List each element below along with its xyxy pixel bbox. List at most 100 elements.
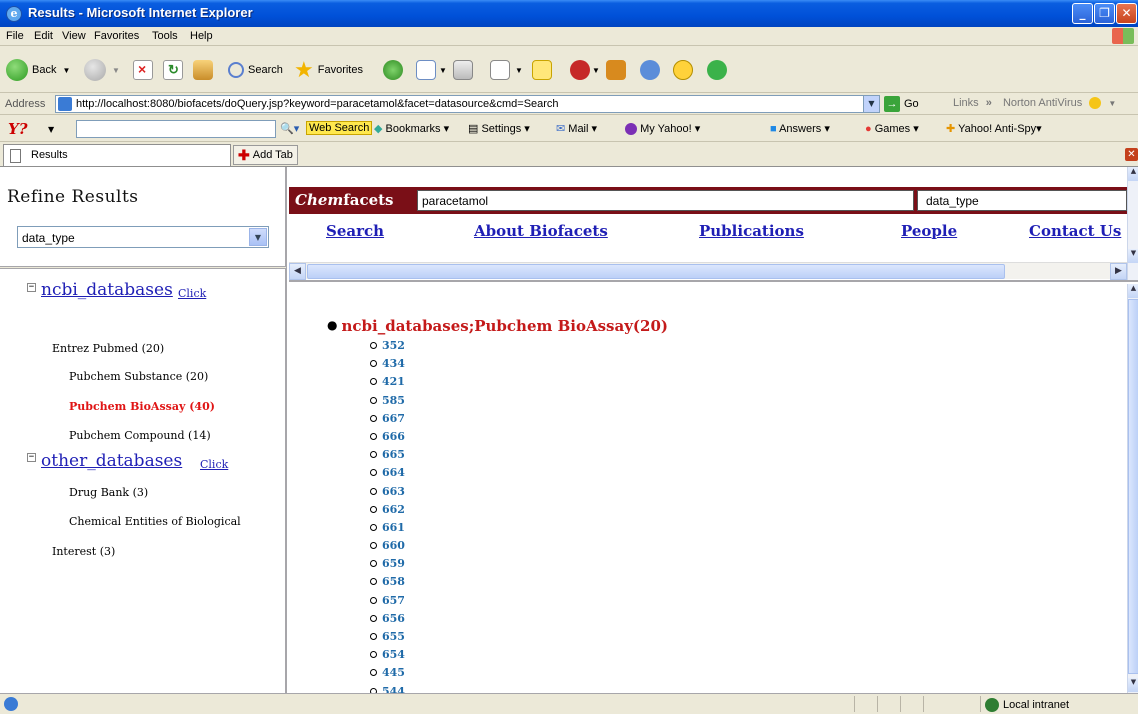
result-id-link[interactable]: 544 [382,685,405,693]
favorites-button[interactable]: ★ Favorites [294,58,363,82]
result-id-link[interactable]: 663 [382,485,405,498]
stop-button[interactable]: × [133,58,153,82]
result-id-link[interactable]: 665 [382,448,405,461]
maximize-button[interactable]: ❐ [1094,3,1115,24]
group-click-link[interactable]: Click [178,287,206,300]
chevron-down-icon[interactable]: ▼ [249,228,267,246]
address-input[interactable]: http://localhost:8080/biofacets/doQuery.… [55,95,880,113]
result-id-link[interactable]: 352 [382,339,405,352]
menu-view[interactable]: View [62,30,86,42]
result-item[interactable]: 662 [370,503,405,521]
horizontal-scrollbar[interactable]: ◀ ▶ [289,262,1127,280]
result-item[interactable]: 352 [370,339,405,357]
yahoo-logo[interactable]: Y? [8,120,28,138]
research-button[interactable] [606,58,626,82]
facet-item-entrez-pubmed[interactable]: Entrez Pubmed (20) [52,342,164,355]
close-button[interactable]: ✕ [1116,3,1137,24]
edit-button[interactable]: ▼ [490,58,523,82]
result-item[interactable]: 544 [370,685,405,693]
forward-button[interactable]: ▼ [84,58,120,82]
mail-button[interactable]: ▼ [416,58,447,82]
result-item[interactable]: 661 [370,521,405,539]
scroll-down-icon[interactable]: ▼ [1128,249,1138,263]
anti-spy-menu[interactable]: ✚ Yahoo! Anti-Spy▾ [946,122,1042,135]
keyword-input[interactable]: paracetamol [417,190,914,211]
result-item[interactable]: 445 [370,666,405,684]
home-button[interactable] [193,58,213,82]
result-item[interactable]: 660 [370,539,405,557]
scroll-thumb[interactable] [307,264,1005,279]
close-tab-icon[interactable]: ✕ [1125,148,1138,161]
result-id-link[interactable]: 445 [382,666,405,679]
vertical-scrollbar[interactable]: ▲ ▼ [1127,284,1138,693]
result-item[interactable]: 664 [370,466,405,484]
discuss-button[interactable] [532,58,552,82]
go-button[interactable]: → Go [884,96,919,112]
print-button[interactable] [453,58,473,82]
result-item[interactable]: 421 [370,375,405,393]
result-item[interactable]: 585 [370,394,405,412]
scroll-down-icon[interactable]: ▼ [1128,678,1138,692]
nav-contact[interactable]: Contact Us [1029,222,1121,240]
mail-menu[interactable]: ✉ Mail ▾ [556,122,597,135]
collapse-icon[interactable]: − [27,283,36,292]
collapse-icon[interactable]: − [27,453,36,462]
scroll-thumb[interactable] [1128,299,1138,674]
result-id-link[interactable]: 654 [382,648,405,661]
result-item[interactable]: 667 [370,412,405,430]
search-button[interactable]: Search [228,58,283,82]
nav-people[interactable]: People [901,222,957,240]
messenger-button[interactable]: ▼ [570,58,600,82]
refresh-button[interactable]: ↻ [163,58,183,82]
result-item[interactable]: 663 [370,485,405,503]
group-click-link[interactable]: Click [200,458,228,471]
chevron-down-icon[interactable]: ▼ [863,96,879,112]
norton-label[interactable]: Norton AntiVirus [1003,97,1082,109]
result-item[interactable]: 659 [370,557,405,575]
result-item[interactable]: 434 [370,357,405,375]
result-item[interactable]: 666 [370,430,405,448]
result-item[interactable]: 655 [370,630,405,648]
group-ncbi-databases[interactable]: ncbi_databases [41,280,173,300]
buddy-button[interactable] [673,58,693,82]
result-id-link[interactable]: 658 [382,575,405,588]
minimize-button[interactable]: _ [1072,3,1093,24]
scroll-left-icon[interactable]: ◀ [289,263,306,280]
tab-results[interactable]: Results [3,144,231,166]
result-id-link[interactable]: 585 [382,394,405,407]
scroll-right-icon[interactable]: ▶ [1110,263,1127,280]
result-id-link[interactable]: 666 [382,430,405,443]
facet-input[interactable]: data_type [917,190,1127,211]
nav-search[interactable]: Search [326,222,384,240]
result-id-link[interactable]: 434 [382,357,405,370]
facet-select[interactable]: data_type ▼ [17,226,269,248]
result-id-link[interactable]: 655 [382,630,405,643]
result-id-link[interactable]: 662 [382,503,405,516]
games-menu[interactable]: ● Games ▾ [865,122,919,135]
facet-item-pubchem-compound[interactable]: Pubchem Compound (14) [69,429,211,442]
facet-item-pubchem-substance[interactable]: Pubchem Substance (20) [69,370,208,383]
chevron-down-icon[interactable]: ▼ [48,125,54,134]
chat-button[interactable] [640,58,660,82]
result-id-link[interactable]: 667 [382,412,405,425]
answers-menu[interactable]: ■ Answers ▾ [770,122,830,135]
settings-menu[interactable]: ▤ Settings ▾ [468,122,530,135]
scroll-up-icon[interactable]: ▲ [1128,284,1138,298]
nav-publications[interactable]: Publications [699,222,804,240]
result-id-link[interactable]: 421 [382,375,405,388]
links-label[interactable]: Links [953,97,979,109]
add-tab-button[interactable]: ✚ Add Tab [233,145,298,165]
menu-file[interactable]: File [6,30,24,42]
menu-tools[interactable]: Tools [152,30,178,42]
vertical-scrollbar[interactable]: ▲ ▼ [1127,167,1138,280]
result-id-link[interactable]: 661 [382,521,405,534]
nav-about[interactable]: About Biofacets [474,222,608,240]
menu-help[interactable]: Help [190,30,213,42]
menu-favorites[interactable]: Favorites [94,30,139,42]
menu-edit[interactable]: Edit [34,30,53,42]
security-zone[interactable]: Local intranet [985,698,1069,712]
address-url[interactable]: http://localhost:8080/biofacets/doQuery.… [76,98,559,110]
result-id-link[interactable]: 660 [382,539,405,552]
result-item[interactable]: 658 [370,575,405,593]
result-item[interactable]: 665 [370,448,405,466]
